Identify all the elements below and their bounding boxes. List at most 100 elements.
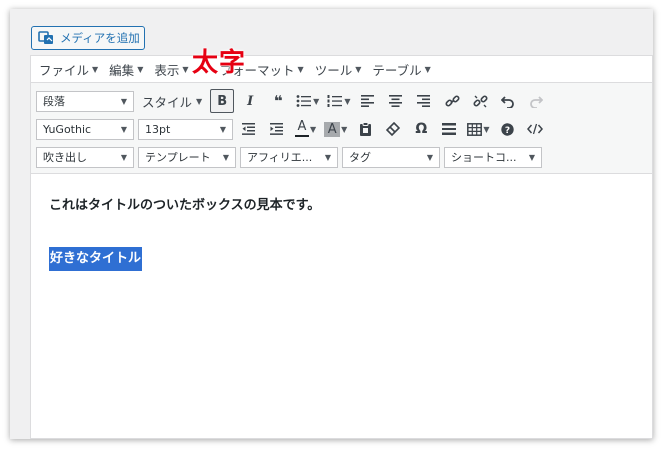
menu-tools[interactable]: ツール ▼ [315,60,362,79]
media-icon [38,31,56,45]
code-button[interactable] [523,117,547,141]
font-family-select[interactable]: YuGothic ▼ [36,118,134,140]
bold-icon: B [217,93,228,109]
affiliate-value: アフィリエ... [247,151,313,164]
clipboard-icon [359,122,372,136]
bullet-list-button[interactable]: ▼ [294,94,321,108]
template-value: テンプレート [145,151,211,164]
font-family-value: YuGothic [43,122,92,136]
font-size-value: 13pt [145,122,171,136]
box-title-line[interactable]: 好きなタイトル [49,247,634,271]
chevron-down-icon: ▼ [196,96,203,106]
indent-button[interactable] [265,117,289,141]
insert-link-button[interactable] [440,89,464,113]
chevron-down-icon: ▼ [324,152,331,162]
indent-icon [270,123,284,135]
style-label: スタイル [142,94,193,110]
menu-file[interactable]: ファイル ▼ [39,60,98,79]
menu-edit[interactable]: 編集 ▼ [109,60,143,79]
balloon-select[interactable]: 吹き出し ▼ [36,146,134,168]
add-media-button[interactable]: メディアを追加 [31,26,145,50]
shortcode-value: ショートコ... [451,151,517,164]
font-size-select[interactable]: 13pt ▼ [138,118,233,140]
numbered-list-button[interactable]: ▼ [325,94,352,108]
align-right-icon [417,95,431,107]
outdent-button[interactable] [237,117,261,141]
chevron-down-icon: ▼ [120,124,127,134]
box-sample-paragraph[interactable]: これはタイトルのついたボックスの見本です。 [49,194,634,213]
undo-icon [501,95,515,108]
paste-as-text-button[interactable] [353,117,377,141]
svg-text:?: ? [505,126,510,136]
paragraph-format-value: 段落 [43,95,65,108]
menu-table[interactable]: テーブル ▼ [372,60,430,79]
chevron-down-icon: ▼ [222,152,229,162]
horizontal-line-icon [442,123,457,135]
toolbar-row-3: 吹き出し ▼ テンプレート ▼ アフィリエ... ▼ タグ ▼ ショートコ... [36,143,652,171]
bold-button[interactable]: B [210,89,235,113]
menu-view[interactable]: 表示 ▼ [154,60,188,79]
selected-title-text[interactable]: 好きなタイトル [49,247,143,271]
toolbar-row-2: YuGothic ▼ 13pt ▼ A ▼ A ▼ Ω ▼ ? [36,115,652,143]
style-dropdown[interactable]: スタイル ▼ [138,92,206,111]
redo-button[interactable] [524,89,548,113]
add-media-label: メディアを追加 [60,31,140,45]
text-color-icon: A [295,120,309,137]
bold-annotation: 太字 [192,48,247,78]
background-color-icon: A [324,121,341,137]
chevron-down-icon: ▼ [120,152,127,162]
special-character-button[interactable]: Ω [409,117,433,141]
background-color-button[interactable]: A ▼ [322,121,349,137]
classic-editor: ファイル ▼ 編集 ▼ 表示 ▼ フォーマット ▼ ツール ▼ テーブル ▼ 太字 [30,48,653,439]
chevron-down-icon: ▼ [182,64,189,74]
unlink-icon [473,94,488,109]
horizontal-line-button[interactable] [437,117,461,141]
chevron-down-icon: ▼ [137,64,144,74]
chevron-down-icon: ▼ [297,64,304,74]
chevron-down-icon: ▼ [92,64,99,74]
chevron-down-icon: ▼ [219,124,226,134]
chevron-down-icon: ▼ [528,152,535,162]
clear-formatting-button[interactable] [381,117,405,141]
editor-window: メディアを追加 ファイル ▼ 編集 ▼ 表示 ▼ フォーマット ▼ ツール ▼ テーブル ▼… [10,9,653,439]
paragraph-format-select[interactable]: 段落 ▼ [36,90,134,112]
help-icon: ? [501,122,514,136]
tag-select[interactable]: タグ ▼ [342,146,440,168]
chevron-down-icon: ▼ [483,124,490,134]
align-center-button[interactable] [384,89,408,113]
text-color-button[interactable]: A ▼ [293,120,318,137]
template-select[interactable]: テンプレート ▼ [138,146,236,168]
table-button[interactable]: ▼ [465,122,491,136]
omega-icon: Ω [415,121,428,137]
menu-file-label: ファイル [39,62,90,78]
editor-menubar: ファイル ▼ 編集 ▼ 表示 ▼ フォーマット ▼ ツール ▼ テーブル ▼ 太字 [31,48,652,83]
undo-button[interactable] [496,89,520,113]
chevron-down-icon: ▼ [310,124,317,134]
align-left-button[interactable] [356,89,380,113]
align-center-icon [389,95,403,107]
chevron-down-icon: ▼ [341,124,348,134]
chevron-down-icon: ▼ [120,96,127,106]
align-right-button[interactable] [412,89,436,113]
remove-link-button[interactable] [468,89,492,113]
italic-button[interactable]: I [238,89,262,113]
menu-table-label: テーブル [372,62,422,78]
blockquote-button[interactable]: ❝ [266,89,290,113]
editor-content[interactable]: これはタイトルのついたボックスの見本です。 好きなタイトル [31,174,652,286]
shortcode-select[interactable]: ショートコ... ▼ [444,146,542,168]
chevron-down-icon: ▼ [424,64,431,74]
outdent-icon [242,123,256,135]
chevron-down-icon: ▼ [313,96,320,106]
link-icon [445,94,460,109]
bullet-list-icon [296,94,312,108]
italic-icon: I [247,93,254,109]
blockquote-icon: ❝ [273,92,283,110]
chevron-down-icon: ▼ [355,64,362,74]
align-left-icon [361,95,375,107]
tag-value: タグ [349,151,371,164]
code-icon [527,123,544,135]
numbered-list-icon [327,94,343,108]
affiliate-select[interactable]: アフィリエ... ▼ [240,146,338,168]
help-button[interactable]: ? [495,117,519,141]
menu-tools-label: ツール [314,62,353,78]
